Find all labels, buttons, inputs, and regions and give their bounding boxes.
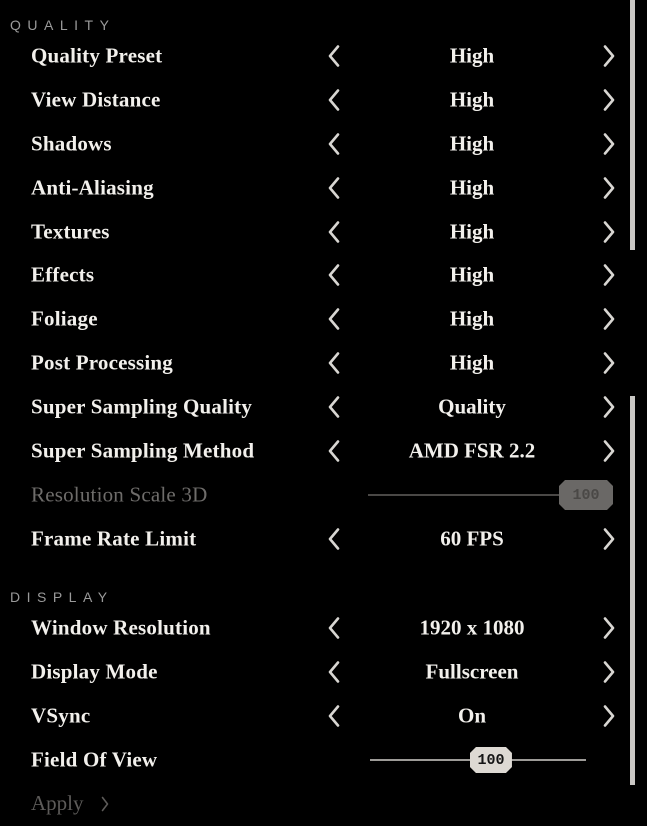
chevron-left-icon[interactable] bbox=[323, 87, 345, 113]
chevron-left-icon[interactable] bbox=[323, 438, 345, 464]
setting-value-frame-rate-limit[interactable]: 60 FPS bbox=[360, 527, 584, 552]
chevron-right-icon[interactable] bbox=[598, 526, 620, 552]
chevron-right-icon[interactable] bbox=[598, 131, 620, 157]
chevron-right-icon[interactable] bbox=[598, 219, 620, 245]
setting-label-shadows: Shadows bbox=[31, 131, 112, 156]
setting-row-foliage: Foliage High bbox=[0, 299, 647, 339]
chevron-right-icon[interactable] bbox=[598, 438, 620, 464]
chevron-right-icon[interactable] bbox=[598, 350, 620, 376]
setting-row-quality-preset: Quality Preset High bbox=[0, 36, 647, 76]
setting-row-view-distance: View Distance High bbox=[0, 80, 647, 120]
setting-label-textures: Textures bbox=[31, 219, 110, 244]
setting-row-resolution-scale-3d: Resolution Scale 3D 100 bbox=[0, 475, 647, 515]
scrollbar-thumb-1[interactable] bbox=[630, 0, 635, 250]
setting-value-textures[interactable]: High bbox=[360, 220, 584, 245]
setting-value-effects[interactable]: High bbox=[360, 263, 584, 288]
setting-row-textures: Textures High bbox=[0, 212, 647, 252]
chevron-right-icon[interactable] bbox=[598, 615, 620, 641]
setting-row-vsync: VSync On bbox=[0, 696, 647, 736]
slider-field-of-view[interactable]: 100 bbox=[370, 747, 586, 773]
chevron-left-icon[interactable] bbox=[323, 659, 345, 685]
setting-label-vsync: VSync bbox=[31, 703, 91, 728]
section-header-quality: QUALITY bbox=[10, 17, 116, 33]
chevron-left-icon[interactable] bbox=[323, 394, 345, 420]
chevron-right-icon bbox=[100, 796, 110, 812]
chevron-right-icon[interactable] bbox=[598, 87, 620, 113]
setting-label-field-of-view: Field Of View bbox=[31, 747, 158, 772]
chevron-right-icon[interactable] bbox=[598, 306, 620, 332]
chevron-left-icon[interactable] bbox=[323, 703, 345, 729]
chevron-right-icon[interactable] bbox=[598, 43, 620, 69]
setting-value-vsync[interactable]: On bbox=[360, 704, 584, 729]
section-header-display: DISPLAY bbox=[10, 589, 114, 605]
setting-label-frame-rate-limit: Frame Rate Limit bbox=[31, 526, 197, 551]
scrollbar-thumb-2[interactable] bbox=[630, 396, 635, 785]
setting-value-foliage[interactable]: High bbox=[360, 307, 584, 332]
setting-row-window-resolution: Window Resolution 1920 x 1080 bbox=[0, 608, 647, 648]
setting-label-display-mode: Display Mode bbox=[31, 659, 158, 684]
setting-label-view-distance: View Distance bbox=[31, 87, 161, 112]
chevron-left-icon[interactable] bbox=[323, 526, 345, 552]
settings-screen: QUALITY Quality Preset High View Distance Hi… bbox=[0, 0, 647, 826]
setting-label-post-processing: Post Processing bbox=[31, 350, 174, 375]
setting-row-post-processing: Post Processing High bbox=[0, 343, 647, 383]
chevron-right-icon[interactable] bbox=[598, 703, 620, 729]
setting-label-super-sampling-method: Super Sampling Method bbox=[31, 438, 255, 463]
chevron-right-icon[interactable] bbox=[598, 175, 620, 201]
setting-row-display-mode: Display Mode Fullscreen bbox=[0, 652, 647, 692]
apply-button[interactable]: Apply bbox=[31, 791, 110, 816]
setting-row-super-sampling-quality: Super Sampling Quality Quality bbox=[0, 387, 647, 427]
setting-row-super-sampling-method: Super Sampling Method AMD FSR 2.2 bbox=[0, 431, 647, 471]
slider-track-resolution-scale-3d[interactable] bbox=[368, 494, 586, 496]
setting-row-anti-aliasing: Anti-Aliasing High bbox=[0, 168, 647, 208]
setting-label-resolution-scale-3d: Resolution Scale 3D bbox=[31, 482, 208, 507]
chevron-left-icon[interactable] bbox=[323, 306, 345, 332]
chevron-right-icon[interactable] bbox=[598, 394, 620, 420]
chevron-right-icon[interactable] bbox=[598, 659, 620, 685]
setting-row-frame-rate-limit: Frame Rate Limit 60 FPS bbox=[0, 519, 647, 559]
setting-value-post-processing[interactable]: High bbox=[360, 351, 584, 376]
setting-row-shadows: Shadows High bbox=[0, 124, 647, 164]
setting-row-effects: Effects High bbox=[0, 255, 647, 295]
setting-value-display-mode[interactable]: Fullscreen bbox=[360, 660, 584, 685]
chevron-left-icon[interactable] bbox=[323, 131, 345, 157]
apply-label: Apply bbox=[31, 791, 84, 815]
slider-resolution-scale-3d[interactable]: 100 bbox=[368, 482, 586, 508]
chevron-left-icon[interactable] bbox=[323, 615, 345, 641]
setting-value-shadows[interactable]: High bbox=[360, 132, 584, 157]
setting-value-super-sampling-quality[interactable]: Quality bbox=[360, 395, 584, 420]
chevron-left-icon[interactable] bbox=[323, 43, 345, 69]
setting-label-foliage: Foliage bbox=[31, 306, 98, 331]
slider-handle-field-of-view[interactable]: 100 bbox=[470, 747, 512, 773]
chevron-left-icon[interactable] bbox=[323, 175, 345, 201]
setting-value-super-sampling-method[interactable]: AMD FSR 2.2 bbox=[360, 439, 584, 464]
chevron-right-icon[interactable] bbox=[598, 262, 620, 288]
setting-label-anti-aliasing: Anti-Aliasing bbox=[31, 175, 154, 200]
setting-row-field-of-view: Field Of View 100 bbox=[0, 740, 647, 780]
setting-label-quality-preset: Quality Preset bbox=[31, 43, 163, 68]
setting-value-window-resolution[interactable]: 1920 x 1080 bbox=[360, 616, 584, 641]
chevron-left-icon[interactable] bbox=[323, 350, 345, 376]
setting-label-effects: Effects bbox=[31, 262, 95, 287]
setting-label-window-resolution: Window Resolution bbox=[31, 615, 211, 640]
setting-value-anti-aliasing[interactable]: High bbox=[360, 176, 584, 201]
setting-value-view-distance[interactable]: High bbox=[360, 88, 584, 113]
slider-handle-resolution-scale-3d[interactable]: 100 bbox=[559, 480, 613, 510]
setting-value-quality-preset[interactable]: High bbox=[360, 44, 584, 69]
setting-label-super-sampling-quality: Super Sampling Quality bbox=[31, 394, 253, 419]
chevron-left-icon[interactable] bbox=[323, 262, 345, 288]
chevron-left-icon[interactable] bbox=[323, 219, 345, 245]
